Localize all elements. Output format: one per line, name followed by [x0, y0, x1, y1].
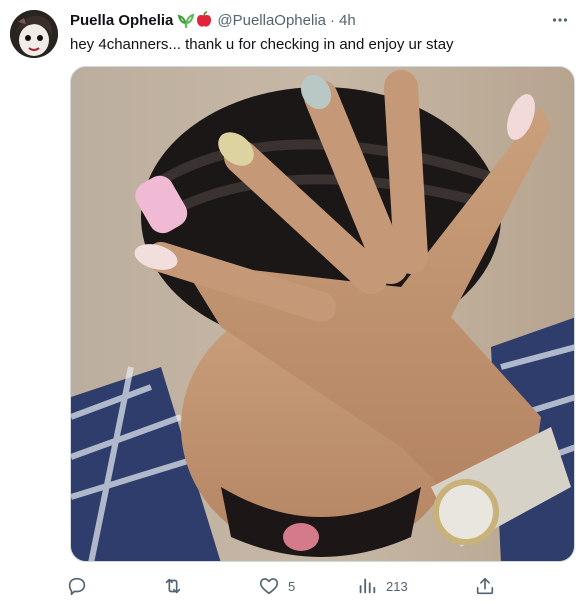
- photo-man-covering-face: [71, 67, 574, 561]
- reply-icon: [68, 577, 86, 596]
- like-button[interactable]: 5: [258, 573, 295, 599]
- avatar-image: [10, 10, 58, 58]
- tweet-header: Puella Ophelia @PuellaOphelia · 4h: [70, 9, 571, 31]
- tweet-image[interactable]: [70, 66, 575, 562]
- tweet-text: hey 4channers... thank u for checking in…: [70, 36, 454, 53]
- reply-button[interactable]: [66, 573, 96, 599]
- more-options-icon[interactable]: [549, 9, 571, 31]
- avatar[interactable]: [10, 10, 58, 58]
- separator-dot: ·: [330, 11, 336, 29]
- retweet-icon: [165, 578, 181, 594]
- views-chart-icon: [359, 578, 376, 594]
- apple-icon: [197, 11, 212, 27]
- views-count: 213: [386, 578, 408, 594]
- share-button[interactable]: [474, 573, 504, 599]
- timestamp[interactable]: 4h: [339, 12, 356, 29]
- user-handle[interactable]: @PuellaOphelia: [217, 12, 326, 29]
- name-emojis: [177, 11, 213, 29]
- heart-icon: [259, 578, 279, 595]
- action-bar: 5 213: [66, 573, 502, 599]
- retweet-button[interactable]: [162, 573, 192, 599]
- views-button[interactable]: 213: [356, 573, 408, 599]
- sprout-icon: [177, 13, 195, 28]
- display-name[interactable]: Puella Ophelia: [70, 12, 173, 29]
- like-count: 5: [288, 578, 296, 594]
- share-icon: [476, 577, 494, 595]
